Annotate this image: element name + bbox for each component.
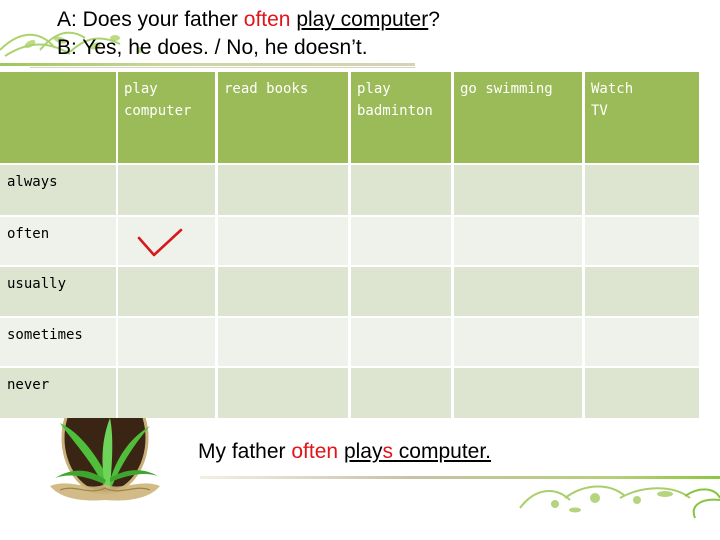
table-cell[interactable]: [118, 318, 215, 366]
divider-top-thin: [30, 67, 415, 68]
check-mark-icon: [137, 228, 183, 257]
question-activity: play computer: [296, 8, 429, 31]
row-label: always: [0, 165, 116, 215]
table-cell[interactable]: [351, 267, 451, 316]
question-frequency-word: often: [243, 8, 291, 31]
frequency-table: play computer read books play badminton go …: [0, 72, 700, 418]
verb-suffix-s: s: [382, 440, 393, 463]
table-cell[interactable]: [218, 318, 348, 366]
sentence-frequency-word: often: [291, 440, 339, 463]
table-cell[interactable]: [118, 165, 215, 215]
table-cell[interactable]: [454, 318, 582, 366]
table-cell[interactable]: [585, 318, 699, 366]
divider-top: [0, 63, 415, 66]
question-prefix: A: Does your father: [57, 8, 244, 31]
sentence-prefix: My father: [198, 440, 292, 463]
decorative-vine-bottom: [519, 485, 720, 519]
column-header: Watch TV: [585, 72, 699, 163]
sentence-activity: plays computer.: [344, 440, 491, 463]
table-cell[interactable]: [218, 368, 348, 418]
answer-sentence: My father often plays computer.: [198, 440, 491, 464]
table-cell[interactable]: [351, 217, 451, 265]
answer-line: B: Yes, he does. / No, he doesn’t.: [57, 36, 368, 59]
table-cell[interactable]: [218, 217, 348, 265]
table-cell-checked[interactable]: [118, 217, 215, 265]
question-line: A: Does your father often play computer?: [57, 8, 440, 32]
verb-base: play: [343, 440, 383, 463]
table-cell[interactable]: [218, 267, 348, 316]
question-mark: ?: [428, 8, 440, 31]
table-cell[interactable]: [454, 267, 582, 316]
table-cell[interactable]: [351, 368, 451, 418]
row-label: sometimes: [0, 318, 116, 366]
table-cell[interactable]: [585, 217, 699, 265]
column-header: play computer: [118, 72, 215, 163]
table-cell[interactable]: [454, 165, 582, 215]
table-cell[interactable]: [118, 368, 215, 418]
row-label: never: [0, 368, 116, 418]
column-header: go swimming: [454, 72, 582, 163]
row-label: usually: [0, 267, 116, 316]
column-header: play badminton: [351, 72, 451, 163]
table-cell[interactable]: [351, 318, 451, 366]
column-header: read books: [218, 72, 348, 163]
table-cell[interactable]: [585, 267, 699, 316]
table-cell[interactable]: [585, 165, 699, 215]
table-cell[interactable]: [351, 165, 451, 215]
table-corner-cell: [0, 72, 116, 163]
table-cell[interactable]: [585, 368, 699, 418]
table-cell[interactable]: [218, 165, 348, 215]
sentence-rest: computer.: [392, 440, 492, 463]
plant-emblem-image: [50, 418, 160, 501]
row-label: often: [0, 217, 116, 265]
table-cell[interactable]: [454, 368, 582, 418]
table-cell[interactable]: [118, 267, 215, 316]
table-cell[interactable]: [454, 217, 582, 265]
